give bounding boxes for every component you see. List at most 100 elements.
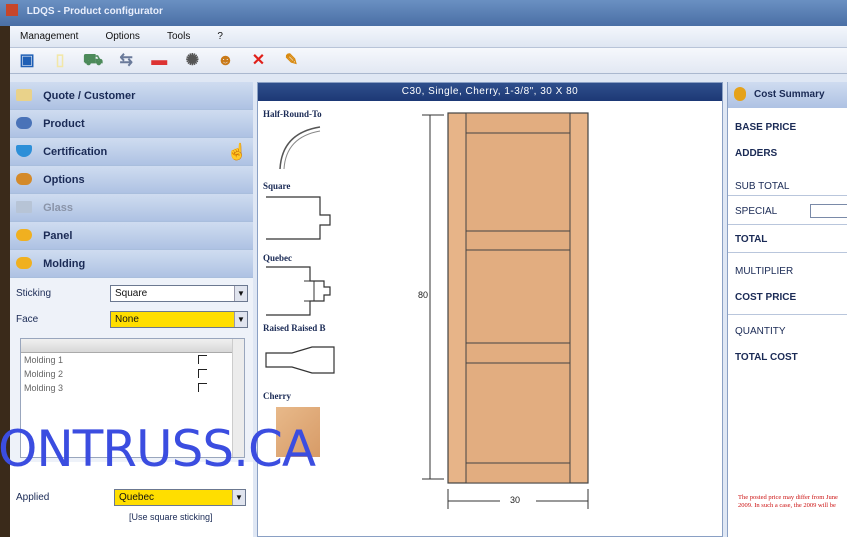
- face-select[interactable]: None ▼: [110, 311, 248, 328]
- new-icon[interactable]: ▯: [49, 50, 71, 72]
- total-cost-label: TOTAL COST: [735, 352, 798, 363]
- divider: [728, 252, 847, 253]
- section-options[interactable]: Options: [10, 166, 253, 194]
- divider: [728, 224, 847, 225]
- shield-icon: [16, 145, 32, 157]
- section-molding[interactable]: Molding: [10, 250, 253, 278]
- raised-panel-profile-icon: [265, 346, 335, 374]
- section-label: Glass: [43, 202, 74, 214]
- applied-row: Applied Quebec ▼ [Use square sticking]: [16, 486, 248, 536]
- door-preview: C30, Single, Cherry, 1-3/8", 30 X 80 Hal…: [257, 82, 723, 537]
- section-product[interactable]: Product: [10, 110, 253, 138]
- sticking-row: Sticking Square ▼: [16, 282, 248, 308]
- square-profile-icon: [266, 196, 331, 240]
- face-label: Face: [16, 314, 39, 325]
- molding-2-checkbox[interactable]: [198, 369, 207, 378]
- section-certification[interactable]: Certification ☝: [10, 138, 253, 166]
- window-title: LDQS - Product configurator: [26, 6, 163, 17]
- panel-icon: [16, 229, 32, 241]
- menu-options[interactable]: Options: [95, 26, 153, 42]
- link-icon[interactable]: ⇆: [115, 50, 137, 72]
- molding-1-checkbox[interactable]: [198, 355, 207, 364]
- chevron-down-icon[interactable]: ▼: [232, 490, 245, 505]
- face-row: Face None ▼: [16, 308, 248, 334]
- profile-label: Raised Raised B: [263, 323, 326, 333]
- sticking-label: Sticking: [16, 288, 52, 299]
- menu-help[interactable]: ?: [207, 26, 237, 42]
- profile-label: Half-Round-To: [263, 109, 322, 119]
- width-dimension: 30: [510, 495, 521, 505]
- tools-icon[interactable]: ✎: [281, 50, 303, 72]
- list-item: Molding 3: [21, 381, 244, 395]
- close-icon[interactable]: ✕: [247, 50, 269, 72]
- delete-icon[interactable]: ▬: [148, 50, 170, 72]
- list-item: Molding 2: [21, 367, 244, 381]
- chevron-down-icon[interactable]: ▼: [234, 286, 247, 301]
- applied-note: [Use square sticking]: [129, 512, 213, 522]
- app-logo-icon: [6, 4, 18, 16]
- applied-label: Applied: [16, 492, 50, 503]
- user-icon[interactable]: ☻: [214, 50, 236, 72]
- menu-tools[interactable]: Tools: [157, 26, 204, 42]
- menu-bar: Management Options Tools ?: [10, 26, 847, 48]
- section-label: Panel: [43, 230, 73, 242]
- chevron-down-icon[interactable]: ▼: [234, 312, 247, 327]
- face-value: None: [115, 314, 139, 325]
- cost-summary-header: Cost Summary: [728, 82, 847, 108]
- applied-value: Quebec: [119, 492, 155, 503]
- section-label: Certification: [43, 146, 108, 158]
- price-notice: The posted price may differ from June 20…: [738, 494, 838, 509]
- sticking-select[interactable]: Square ▼: [110, 285, 248, 302]
- hand-cursor-icon: ☝: [227, 144, 247, 161]
- product-icon: [16, 117, 32, 129]
- quebec-profile-icon: [266, 266, 331, 316]
- molding-icon: [16, 257, 32, 269]
- total-label: TOTAL: [735, 234, 768, 245]
- profile-label: Quebec: [263, 253, 292, 263]
- title-bar: LDQS - Product configurator: [0, 0, 847, 26]
- section-label: Product: [43, 118, 85, 130]
- list-item: Molding 1: [21, 353, 244, 367]
- settings-icon[interactable]: ✺: [181, 50, 203, 72]
- base-price-label: BASE PRICE: [735, 122, 797, 133]
- profile-label: Square: [263, 181, 291, 191]
- divider: [728, 195, 847, 196]
- watermark-text: ONTRUSS.CA: [0, 420, 316, 478]
- cost-price-label: COST PRICE: [735, 292, 797, 303]
- section-label: Options: [43, 174, 85, 186]
- adders-label: ADDERS: [735, 148, 778, 159]
- special-input[interactable]: [810, 204, 847, 218]
- multiplier-label: MULTIPLIER: [735, 266, 794, 277]
- menu-management[interactable]: Management: [10, 26, 92, 42]
- section-label: Molding: [43, 258, 86, 270]
- molding-label: Molding 1: [24, 355, 64, 365]
- sub-total-label: SUB TOTAL: [735, 181, 790, 192]
- section-glass[interactable]: Glass: [10, 194, 253, 222]
- special-label: SPECIAL: [735, 206, 778, 217]
- glass-icon: [16, 201, 32, 213]
- folder-icon: [16, 89, 32, 101]
- molding-label: Molding 2: [24, 369, 64, 379]
- quantity-label: QUANTITY: [735, 326, 786, 337]
- height-dimension: 80: [418, 290, 429, 300]
- applied-select[interactable]: Quebec ▼: [114, 489, 246, 506]
- cart-icon[interactable]: ⛟: [82, 50, 104, 72]
- options-icon: [16, 173, 32, 185]
- door-drawing: [422, 112, 589, 509]
- sticking-value: Square: [115, 288, 148, 299]
- save-icon[interactable]: ▣: [16, 50, 38, 72]
- coin-icon: [734, 87, 746, 101]
- section-label: Quote / Customer: [43, 90, 136, 102]
- preview-header: C30, Single, Cherry, 1-3/8", 30 X 80: [258, 83, 722, 101]
- cost-summary: Cost Summary BASE PRICE ADDERS SUB TOTAL…: [727, 82, 847, 537]
- cost-summary-title: Cost Summary: [754, 89, 825, 100]
- profile-label: Cherry: [263, 391, 291, 401]
- divider: [728, 314, 847, 315]
- section-quote-customer[interactable]: Quote / Customer: [10, 82, 253, 110]
- molding-label: Molding 3: [24, 383, 64, 393]
- molding-3-checkbox[interactable]: [198, 383, 207, 392]
- half-round-profile-icon: [279, 126, 321, 170]
- grid-header: [21, 339, 244, 353]
- section-panel[interactable]: Panel: [10, 222, 253, 250]
- toolbar: ▣ ▯ ⛟ ⇆ ▬ ✺ ☻ ✕ ✎: [10, 48, 847, 74]
